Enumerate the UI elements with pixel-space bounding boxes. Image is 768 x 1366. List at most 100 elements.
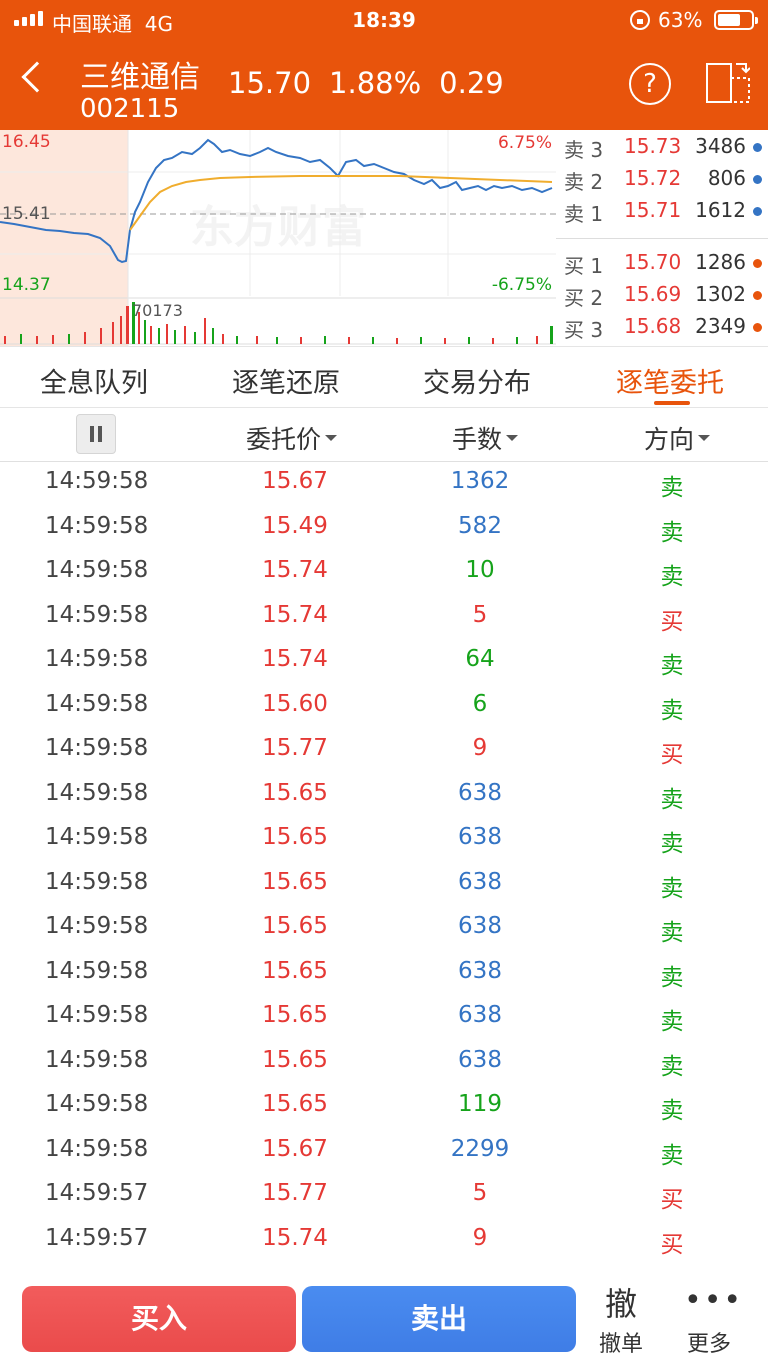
sort-direction-header[interactable]: 方向 — [644, 420, 711, 456]
order-quantity: 638 — [458, 868, 502, 895]
order-direction: 买 — [660, 608, 684, 635]
chart-up-pct: 6.75% — [498, 133, 552, 153]
order-time: 14:59:57 — [45, 1180, 149, 1206]
order-quantity: 5 — [472, 601, 488, 628]
order-time: 14:59:58 — [45, 824, 149, 850]
table-row: 14:59:58 15.74 5 买 — [0, 602, 768, 646]
order-direction: 卖 — [660, 875, 684, 902]
order-price: 15.77 — [262, 1180, 328, 1206]
order-direction: 买 — [660, 1231, 684, 1258]
order-direction: 卖 — [660, 964, 684, 991]
order-price: 15.65 — [262, 1091, 328, 1117]
table-row: 14:59:58 15.77 9 买 — [0, 735, 768, 779]
order-quantity: 64 — [465, 646, 495, 672]
order-quantity: 638 — [458, 913, 502, 939]
caret-down-icon — [698, 435, 711, 441]
order-direction: 卖 — [660, 786, 684, 813]
chart-low: 14.37 — [2, 275, 51, 295]
order-direction: 卖 — [660, 1098, 684, 1124]
caret-down-icon — [506, 435, 519, 441]
change-amount: 0.29 — [439, 66, 504, 100]
order-quantity: 582 — [458, 512, 502, 539]
order-price: 15.65 — [262, 868, 328, 895]
rotate-screen-icon[interactable] — [706, 62, 750, 104]
buy-button[interactable]: 买入 — [22, 1286, 296, 1352]
sort-price-header[interactable]: 委托价 — [246, 420, 338, 456]
table-row: 14:59:58 15.65 638 卖 — [0, 1047, 768, 1091]
order-quantity: 10 — [465, 557, 495, 583]
order-quantity: 638 — [458, 1046, 502, 1073]
back-icon[interactable] — [21, 61, 53, 93]
stock-name: 三维通信 — [80, 60, 200, 95]
order-time: 14:59:58 — [45, 557, 149, 583]
order-book-row: 买 2 15.69 1302 — [556, 282, 768, 312]
sell-button[interactable]: 卖出 — [302, 1286, 576, 1352]
order-time: 14:59:58 — [45, 601, 149, 628]
order-book-divider — [556, 238, 768, 239]
pause-icon[interactable] — [76, 414, 116, 454]
active-tab-indicator — [654, 401, 690, 405]
change-percent: 1.88% — [329, 66, 422, 100]
cancel-order-button[interactable]: 撤 撤单 — [596, 1286, 646, 1358]
order-direction: 卖 — [660, 1009, 684, 1035]
order-quantity: 638 — [458, 779, 502, 806]
quote-summary: 15.70 1.88% 0.29 — [228, 66, 504, 100]
order-price: 15.74 — [262, 1224, 328, 1251]
tab-trade-distribution[interactable]: 交易分布 — [423, 361, 531, 400]
tab-tick-restore[interactable]: 逐笔还原 — [232, 361, 340, 400]
order-direction: 卖 — [660, 1142, 684, 1169]
order-time: 14:59:58 — [45, 957, 149, 984]
order-direction: 卖 — [660, 1053, 684, 1080]
order-quantity: 9 — [472, 1224, 488, 1251]
battery-icon — [714, 10, 758, 30]
order-time: 14:59:58 — [45, 1135, 149, 1162]
tab-full-queue[interactable]: 全息队列 — [40, 361, 148, 400]
order-price: 15.74 — [262, 557, 328, 583]
battery-percent: 63% — [658, 8, 703, 32]
order-book-row: 买 1 15.70 1286 — [556, 250, 768, 280]
order-quantity: 2299 — [450, 1135, 510, 1162]
order-time: 14:59:58 — [45, 779, 149, 806]
table-row: 14:59:58 15.65 638 卖 — [0, 1002, 768, 1046]
table-row: 14:59:58 15.49 582 卖 — [0, 513, 768, 557]
status-time: 18:39 — [352, 8, 416, 32]
order-book-row: 买 3 15.68 2349 — [556, 314, 768, 344]
order-direction: 卖 — [660, 920, 684, 946]
sort-quantity-header[interactable]: 手数 — [452, 420, 519, 456]
order-price: 15.65 — [262, 824, 328, 850]
order-time: 14:59:58 — [45, 468, 149, 494]
order-price: 15.65 — [262, 1002, 328, 1028]
chart-down-pct: -6.75% — [492, 275, 552, 295]
order-book-row: 卖 1 15.71 1612 — [556, 198, 768, 228]
table-row: 14:59:57 15.74 9 买 — [0, 1225, 768, 1269]
order-direction: 买 — [660, 742, 684, 768]
order-direction: 卖 — [660, 697, 684, 724]
order-time: 14:59:58 — [45, 1002, 149, 1028]
order-price: 15.74 — [262, 601, 328, 628]
current-price: 15.70 — [228, 66, 312, 100]
order-direction: 卖 — [660, 831, 684, 857]
stock-code: 002115 — [80, 94, 180, 124]
more-icon: ••• — [684, 1283, 744, 1318]
order-price: 15.74 — [262, 646, 328, 672]
more-button[interactable]: ••• 更多 — [684, 1283, 744, 1358]
order-time: 14:59:58 — [45, 1046, 149, 1073]
chart-high: 16.45 — [2, 132, 51, 152]
order-price: 15.65 — [262, 779, 328, 806]
order-quantity: 638 — [458, 1002, 502, 1028]
intraday-chart[interactable]: 东方财富 16.45 15.41 14.37 6.75% -6.75% 7017… — [0, 130, 556, 346]
help-icon[interactable]: ? — [629, 63, 671, 105]
table-row: 14:59:58 15.65 638 卖 — [0, 913, 768, 957]
table-row: 14:59:58 15.65 638 卖 — [0, 958, 768, 1002]
tab-tick-orders[interactable]: 逐笔委托 — [616, 361, 724, 400]
cancel-order-icon: 撤 — [604, 1285, 637, 1323]
order-direction: 卖 — [660, 653, 684, 679]
table-row: 14:59:58 15.67 2299 卖 — [0, 1136, 768, 1180]
table-row: 14:59:58 15.65 638 卖 — [0, 824, 768, 868]
order-book: 卖 3 15.73 3486 卖 2 15.72 806 卖 1 15.71 1612 买 … — [556, 130, 768, 346]
order-quantity: 6 — [472, 690, 488, 717]
order-direction: 卖 — [660, 564, 684, 590]
order-quantity: 119 — [458, 1091, 502, 1117]
order-time: 14:59:58 — [45, 913, 149, 939]
order-price: 15.67 — [262, 468, 328, 494]
